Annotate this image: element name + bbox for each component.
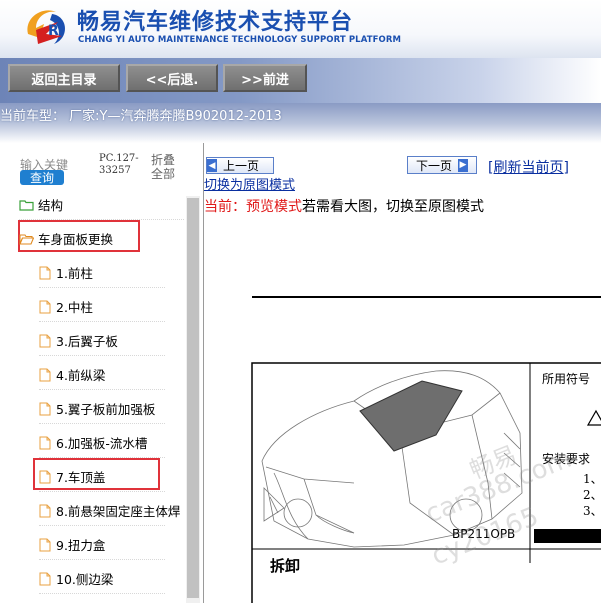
divider (39, 491, 165, 492)
document-icon (39, 402, 51, 415)
tree-label: 车身面板更换 (38, 232, 114, 247)
svg-text:R: R (48, 23, 59, 39)
tree-group-body-panel[interactable]: 车身面板更换 (19, 229, 113, 248)
prev-page-button[interactable]: ◀ 上一页 (206, 157, 274, 174)
app-title: 畅易汽车维修技术支持平台 (77, 10, 354, 35)
tree-item[interactable]: 4.前纵梁 (39, 365, 105, 384)
tree-item[interactable]: 5.翼子板前加强板 (39, 399, 155, 418)
tree-item[interactable]: 6.加强板-流水槽 (39, 433, 147, 452)
divider (39, 559, 165, 560)
tree-item-label: 1.前柱 (56, 266, 93, 281)
tree-item-label: 3.后翼子板 (56, 334, 118, 349)
document-icon (39, 572, 51, 585)
document-icon (39, 368, 51, 381)
tree-item-label: 5.翼子板前加强板 (56, 402, 156, 417)
divider (39, 389, 165, 390)
tree-item[interactable]: 1.前柱 (39, 263, 93, 282)
divider (39, 287, 165, 288)
tree-panel: 输入关键 查询 PC.127-33257 折叠全部 结构 车身面板更换 1.前柱… (0, 143, 204, 603)
mode-status: 当前：预览模式若需看大图，切换至原图模式 (204, 196, 484, 216)
divider (39, 525, 165, 526)
scrollbar-thumb[interactable] (187, 198, 199, 598)
document-icon (39, 300, 51, 313)
arrow-left-icon: ◀ (207, 159, 217, 172)
pager-bar: ◀ 上一页 下一页 ▶ [刷新当前页] (204, 143, 601, 183)
mode-current: 当前：预览模式 (204, 199, 302, 215)
tree-root-structure[interactable]: 结构 (19, 195, 63, 214)
black-bar (534, 529, 601, 543)
tree-item[interactable]: 9.扭力盒 (39, 535, 105, 554)
folder-icon (19, 199, 34, 211)
tree-scrollbar[interactable] (186, 196, 200, 603)
nav-bar: 返回主目录 <<后退. >>前进 (0, 58, 601, 103)
document-icon (39, 334, 51, 347)
folder-open-icon (19, 233, 34, 245)
document-icon (39, 504, 51, 517)
switch-original-mode-link[interactable]: 切换为原图模式 (204, 179, 295, 193)
document-icon (39, 266, 51, 279)
forward-button[interactable]: >>前进 (223, 64, 307, 92)
section-heading: 拆卸 (270, 557, 300, 575)
divider (39, 321, 165, 322)
tree-item[interactable]: 8.前悬架固定座主体焊 (39, 501, 180, 520)
divider (39, 593, 165, 594)
divider (39, 355, 165, 356)
repair-diagram-image[interactable]: 所用符号 安装要求 1、 2、 3、 BP211OPB 拆卸 畅易 car388… (204, 283, 601, 603)
install-item: 3、 (583, 504, 601, 518)
install-item: 2、 (583, 488, 601, 502)
document-icon (39, 436, 51, 449)
mode-hint: 若需看大图，切换至原图模式 (302, 199, 484, 215)
tree-item[interactable]: 2.中柱 (39, 297, 93, 316)
divider (39, 423, 165, 424)
next-page-button[interactable]: 下一页 ▶ (407, 156, 477, 174)
tree-item-label: 9.扭力盒 (56, 538, 106, 553)
app-subtitle: CHANG YI AUTO MAINTENANCE TECHNOLOGY SUP… (78, 35, 402, 45)
home-button[interactable]: 返回主目录 (8, 64, 120, 92)
highlight-box-selected (33, 458, 160, 490)
arrow-right-icon: ▶ (458, 158, 469, 172)
tree-item-label: 8.前悬架固定座主体焊 (56, 504, 181, 519)
tree-item-label: 4.前纵梁 (56, 368, 106, 383)
collapse-all-button[interactable]: 折叠全部 (151, 153, 177, 181)
next-page-label: 下一页 (416, 158, 453, 173)
document-icon (39, 538, 51, 551)
refresh-page-link[interactable]: [刷新当前页] (488, 157, 569, 177)
brand-logo-icon: R (27, 10, 66, 44)
content-pane: ◀ 上一页 下一页 ▶ [刷新当前页] 切换为原图模式 当前：预览模式若需看大图… (204, 143, 601, 603)
install-item: 1、 (583, 472, 601, 486)
search-button[interactable]: 查询 (20, 170, 64, 185)
roof-panel-highlight (359, 380, 463, 452)
warning-icon (586, 409, 601, 426)
back-button[interactable]: <<后退. (126, 64, 218, 92)
tree-item[interactable]: 3.后翼子板 (39, 331, 118, 350)
current-vehicle: 当前车型： 厂家:Y—汽奔腾奔腾B902012-2013 (0, 109, 282, 124)
tree-item-label: 6.加强板-流水槽 (56, 436, 148, 451)
tree-item-label: 10.侧边梁 (56, 572, 114, 587)
symbols-label: 所用符号 (542, 371, 590, 386)
watermark: 畅易 car388.com cy20165 (421, 441, 575, 572)
tree-label: 结构 (38, 198, 64, 213)
tree-item[interactable]: 10.侧边梁 (39, 569, 113, 588)
prev-page-label: 上一页 (223, 159, 260, 173)
search-input[interactable]: PC.127-33257 (99, 153, 145, 177)
tree-item-label: 2.中柱 (56, 300, 93, 315)
app-header: R 畅易汽车维修技术支持平台 CHANG YI AUTO MAINTENANCE… (0, 0, 601, 58)
